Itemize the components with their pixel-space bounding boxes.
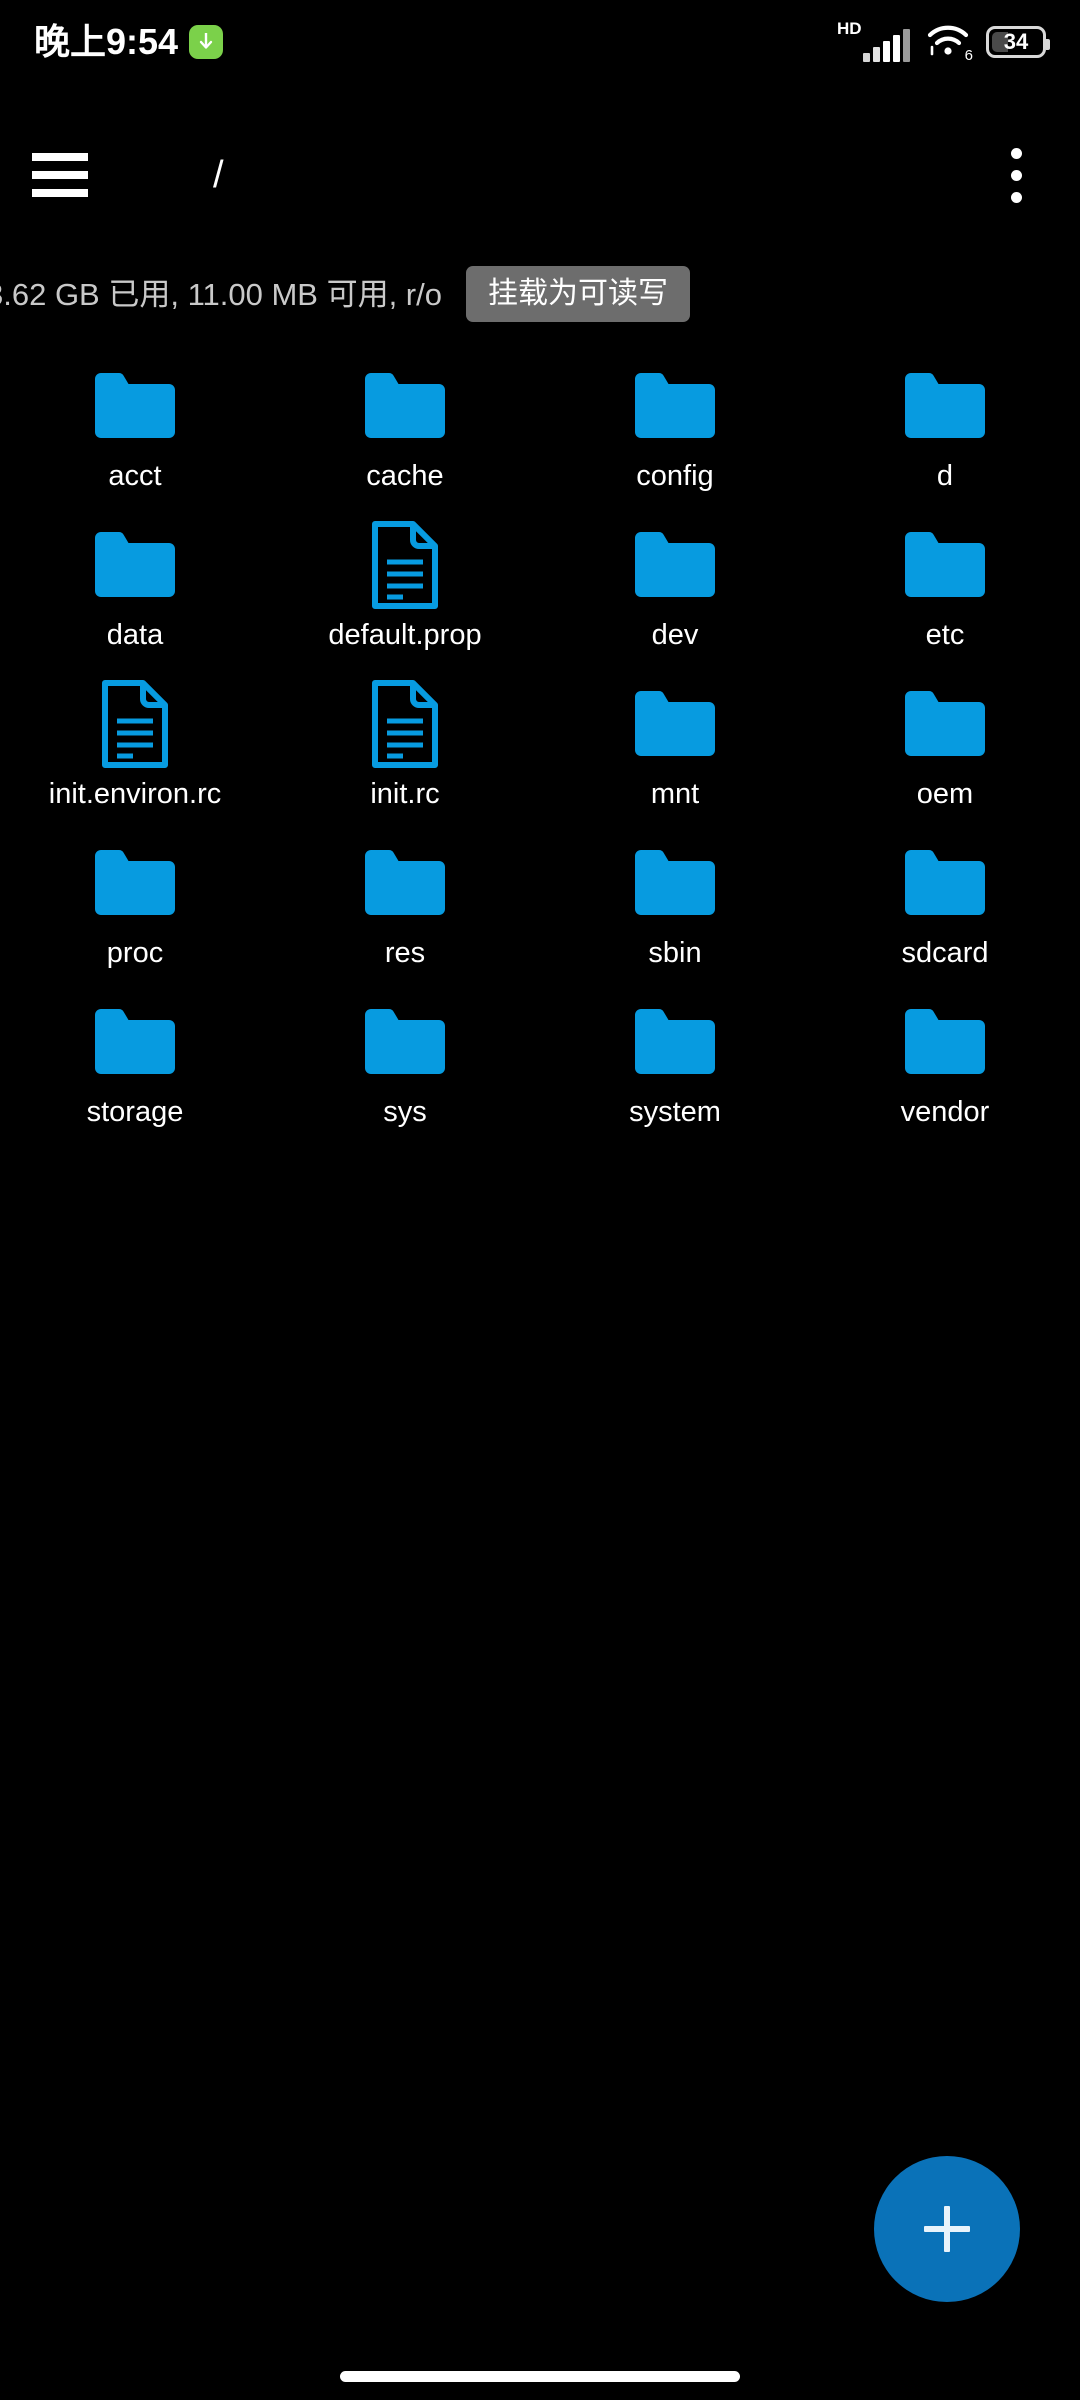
file-name-label: mnt (650, 778, 700, 810)
file-name-label: default.prop (328, 619, 482, 651)
file-name-label: d (936, 460, 954, 492)
folder-icon (627, 1004, 723, 1080)
folder-item[interactable]: proc (0, 832, 270, 991)
document-icon (87, 680, 183, 768)
file-item[interactable]: default.prop (270, 514, 540, 673)
document-icon (357, 521, 453, 609)
folder-item[interactable]: acct (0, 355, 270, 514)
folder-item[interactable]: sdcard (810, 832, 1080, 991)
download-arrow-icon (189, 25, 224, 59)
file-name-label: cache (366, 460, 444, 492)
folder-item[interactable]: storage (0, 991, 270, 1150)
overflow-dot (1010, 147, 1022, 159)
folder-item[interactable]: d (810, 355, 1080, 514)
file-name-label: proc (106, 937, 164, 969)
folder-icon (897, 368, 993, 444)
status-bar: 晚上9:54 HD 6 34 (0, 0, 1080, 84)
file-name-label: init.rc (370, 778, 440, 810)
folder-icon (357, 845, 453, 921)
file-item[interactable]: init.rc (270, 673, 540, 832)
file-name-label: config (636, 460, 714, 492)
file-name-label: acct (108, 460, 162, 492)
folder-item[interactable]: vendor (810, 991, 1080, 1150)
file-name-label: storage (86, 1096, 184, 1128)
hamburger-menu-icon[interactable] (0, 120, 120, 230)
folder-item[interactable]: oem (810, 673, 1080, 832)
status-time: 晚上9:54 (34, 21, 179, 62)
folder-item[interactable]: cache (270, 355, 540, 514)
wifi-generation-label: 6 (964, 47, 973, 64)
wifi-icon: 6 (926, 23, 973, 64)
folder-item[interactable]: sbin (540, 832, 810, 991)
hamburger-line (32, 171, 88, 179)
folder-item[interactable]: dev (540, 514, 810, 673)
cellular-signal-icon: HD (837, 20, 910, 62)
folder-item[interactable]: config (540, 355, 810, 514)
file-name-label: sbin (648, 937, 702, 969)
folder-item[interactable]: etc (810, 514, 1080, 673)
home-indicator[interactable] (340, 2371, 740, 2382)
storage-info-text: 3.62 GB 已用, 11.00 MB 可用, r/o (0, 276, 442, 312)
folder-icon (357, 1004, 453, 1080)
folder-item[interactable]: mnt (540, 673, 810, 832)
hamburger-line (32, 153, 88, 161)
file-name-label: etc (925, 619, 965, 651)
hd-label: HD (837, 19, 862, 38)
folder-item[interactable]: sys (270, 991, 540, 1150)
overflow-dot (1010, 191, 1022, 203)
plus-icon (921, 2203, 973, 2255)
folder-icon (627, 368, 723, 444)
folder-item[interactable]: data (0, 514, 270, 673)
battery-icon: 34 (986, 26, 1050, 58)
overflow-menu-icon[interactable] (988, 135, 1044, 215)
add-fab-button[interactable] (874, 2156, 1020, 2302)
battery-percent-label: 34 (1003, 29, 1029, 54)
page-title: / (213, 154, 224, 196)
signal-bars (863, 29, 910, 62)
app-toolbar: / (0, 120, 1080, 230)
document-icon (357, 680, 453, 768)
file-name-label: res (384, 937, 426, 969)
folder-icon (897, 686, 993, 762)
file-name-label: oem (916, 778, 974, 810)
status-bar-left: 晚上9:54 (34, 21, 224, 62)
folder-icon (627, 845, 723, 921)
mount-read-write-button[interactable]: 挂载为可读写 (465, 266, 690, 322)
folder-icon (627, 527, 723, 603)
file-name-label: sdcard (901, 937, 989, 969)
folder-icon (87, 368, 183, 444)
file-name-label: system (629, 1096, 721, 1128)
file-name-label: data (106, 619, 164, 651)
file-name-label: sys (383, 1096, 427, 1128)
file-name-label: init.environ.rc (48, 778, 222, 810)
folder-icon (897, 1004, 993, 1080)
file-item[interactable]: init.environ.rc (0, 673, 270, 832)
folder-icon (87, 527, 183, 603)
file-name-label: dev (651, 619, 699, 651)
file-grid: acct cache config d data default.prop de… (0, 355, 1080, 1150)
folder-icon (87, 1004, 183, 1080)
status-bar-right: HD 6 34 (837, 20, 1050, 64)
folder-item[interactable]: res (270, 832, 540, 991)
hamburger-line (32, 189, 88, 197)
folder-icon (897, 845, 993, 921)
storage-info-bar: 3.62 GB 已用, 11.00 MB 可用, r/o 挂载为可读写 (0, 262, 1080, 326)
file-name-label: vendor (900, 1096, 990, 1128)
overflow-dot (1010, 169, 1022, 181)
folder-item[interactable]: system (540, 991, 810, 1150)
folder-icon (87, 845, 183, 921)
folder-icon (357, 368, 453, 444)
folder-icon (897, 527, 993, 603)
folder-icon (627, 686, 723, 762)
